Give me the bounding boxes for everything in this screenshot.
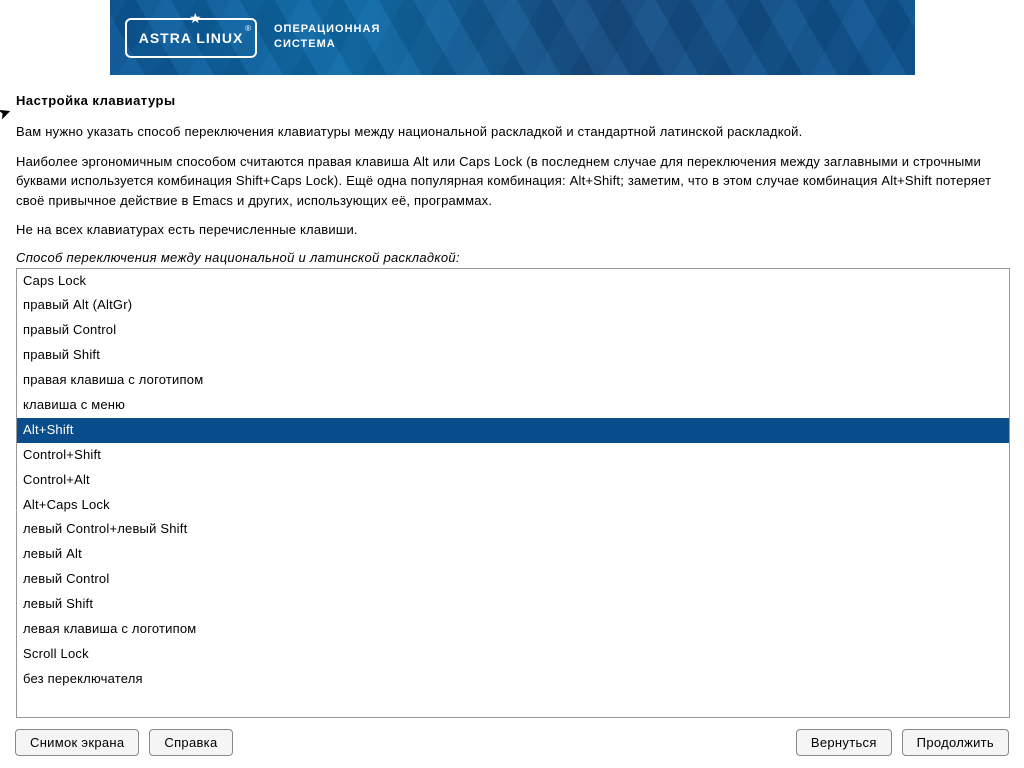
description: Вам нужно указать способ переключения кл… bbox=[16, 122, 1008, 240]
content-area: Настройка клавиатуры Вам нужно указать с… bbox=[0, 75, 1024, 718]
list-item[interactable]: клавиша с меню bbox=[17, 393, 1009, 418]
list-item[interactable]: правый Shift bbox=[17, 343, 1009, 368]
list-item[interactable]: левый Control bbox=[17, 567, 1009, 592]
list-item[interactable]: Caps Lock bbox=[17, 269, 1009, 294]
footer-left: Снимок экрана Справка bbox=[15, 729, 233, 756]
page-title: Настройка клавиатуры bbox=[16, 93, 1008, 108]
continue-button[interactable]: Продолжить bbox=[902, 729, 1009, 756]
list-item[interactable]: правый Alt (AltGr) bbox=[17, 293, 1009, 318]
logo-text: ASTRA LINUX bbox=[139, 30, 244, 46]
keyboard-switch-listbox[interactable]: Caps Lockправый Alt (AltGr)правый Contro… bbox=[16, 268, 1010, 718]
back-button[interactable]: Вернуться bbox=[796, 729, 892, 756]
list-item[interactable]: Alt+Caps Lock bbox=[17, 493, 1009, 518]
list-item[interactable]: без переключателя bbox=[17, 667, 1009, 692]
description-para-1: Вам нужно указать способ переключения кл… bbox=[16, 122, 1008, 142]
list-item[interactable]: Scroll Lock bbox=[17, 642, 1009, 667]
list-item[interactable]: Control+Shift bbox=[17, 443, 1009, 468]
description-para-2: Наиболее эргономичным способом считаются… bbox=[16, 152, 1008, 211]
list-item[interactable]: правый Control bbox=[17, 318, 1009, 343]
list-item[interactable]: левая клавиша с логотипом bbox=[17, 617, 1009, 642]
list-item[interactable]: Alt+Shift bbox=[17, 418, 1009, 443]
registered-icon: ® bbox=[245, 24, 251, 33]
list-item[interactable]: Control+Alt bbox=[17, 468, 1009, 493]
subtitle-line-2: СИСТЕМА bbox=[274, 37, 380, 52]
header-subtitle: ОПЕРАЦИОННАЯ СИСТЕМА bbox=[274, 22, 380, 53]
list-item[interactable]: левый Control+левый Shift bbox=[17, 517, 1009, 542]
help-button[interactable]: Справка bbox=[149, 729, 232, 756]
screenshot-button[interactable]: Снимок экрана bbox=[15, 729, 139, 756]
header-banner: ★ ASTRA LINUX ® ОПЕРАЦИОННАЯ СИСТЕМА bbox=[110, 0, 915, 75]
list-item[interactable]: левый Shift bbox=[17, 592, 1009, 617]
star-icon: ★ bbox=[189, 10, 202, 27]
logo: ★ ASTRA LINUX ® bbox=[125, 18, 257, 58]
description-para-3: Не на всех клавиатурах есть перечисленны… bbox=[16, 220, 1008, 240]
list-label: Способ переключения между национальной и… bbox=[16, 250, 1008, 265]
footer-right: Вернуться Продолжить bbox=[796, 729, 1009, 756]
subtitle-line-1: ОПЕРАЦИОННАЯ bbox=[274, 22, 380, 37]
list-item[interactable]: левый Alt bbox=[17, 542, 1009, 567]
footer: Снимок экрана Справка Вернуться Продолжи… bbox=[15, 729, 1009, 756]
list-item[interactable]: правая клавиша с логотипом bbox=[17, 368, 1009, 393]
